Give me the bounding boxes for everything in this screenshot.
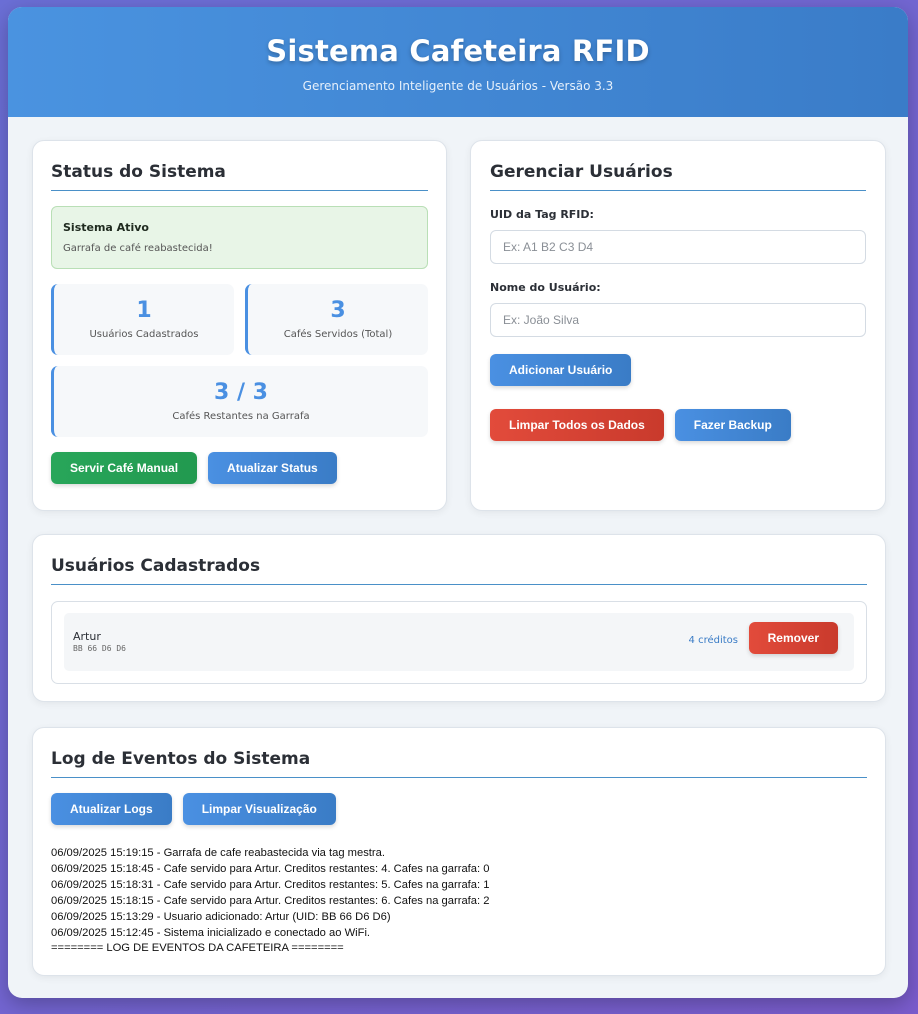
page-title: Sistema Cafeteira RFID xyxy=(266,34,650,68)
user-list: Artur BB 66 D6 D6 4 créditos Remover xyxy=(51,601,867,684)
log-title: Log de Eventos do Sistema xyxy=(51,749,867,778)
app-window: Sistema Cafeteira RFID Gerenciamento Int… xyxy=(8,7,908,998)
user-credits: 4 créditos xyxy=(688,635,738,646)
refresh-status-button[interactable]: Atualizar Status xyxy=(208,452,337,484)
stat-registered-users: 1 Usuários Cadastrados xyxy=(51,284,234,355)
users-title: Usuários Cadastrados xyxy=(51,556,867,585)
add-user-button[interactable]: Adicionar Usuário xyxy=(490,354,632,386)
log-line: 06/09/2025 15:19:15 - Garrafa de cafe re… xyxy=(51,847,385,859)
list-item: Artur BB 66 D6 D6 4 créditos Remover xyxy=(64,613,854,671)
log-line: 06/09/2025 15:18:15 - Cafe servido para … xyxy=(51,894,490,907)
manage-title: Gerenciar Usuários xyxy=(490,162,866,191)
clear-view-button[interactable]: Limpar Visualização xyxy=(182,793,336,825)
stat-value: 3 xyxy=(330,298,346,323)
stat-label: Usuários Cadastrados xyxy=(89,329,199,340)
log-line: 06/09/2025 15:12:45 - Sistema inicializa… xyxy=(51,926,371,939)
log-line: 06/09/2025 15:18:31 - Cafe servido para … xyxy=(51,878,490,891)
remove-user-button[interactable]: Remover xyxy=(748,622,838,654)
user-name: Artur xyxy=(73,630,101,643)
backup-button[interactable]: Fazer Backup xyxy=(674,409,791,441)
log-line: 06/09/2025 15:18:45 - Cafe servido para … xyxy=(51,862,490,875)
alert-title: Sistema Ativo xyxy=(63,221,149,234)
event-log-card: Log de Eventos do Sistema Atualizar Logs… xyxy=(32,727,886,976)
status-alert: Sistema Ativo Garrafa de café reabasteci… xyxy=(51,206,428,269)
status-card: Status do Sistema Sistema Ativo Garrafa … xyxy=(32,140,447,511)
clear-all-data-button[interactable]: Limpar Todos os Dados xyxy=(490,409,664,441)
name-input[interactable] xyxy=(490,303,866,337)
user-uid: BB 66 D6 D6 xyxy=(73,644,126,653)
uid-label: UID da Tag RFID: xyxy=(490,208,594,221)
header: Sistema Cafeteira RFID Gerenciamento Int… xyxy=(8,7,908,117)
stat-value: 1 xyxy=(136,298,152,323)
stat-coffees-served: 3 Cafés Servidos (Total) xyxy=(245,284,428,355)
stat-label: Cafés Restantes na Garrafa xyxy=(172,411,310,422)
serve-coffee-button[interactable]: Servir Café Manual xyxy=(51,452,198,484)
stat-coffees-remaining: 3 / 3 Cafés Restantes na Garrafa xyxy=(51,366,428,437)
alert-message: Garrafa de café reabastecida! xyxy=(63,243,213,254)
name-label: Nome do Usuário: xyxy=(490,281,601,294)
registered-users-card: Usuários Cadastrados Artur BB 66 D6 D6 4… xyxy=(32,534,886,702)
log-output: 06/09/2025 15:19:15 - Garrafa de cafe re… xyxy=(51,846,867,957)
stats-row: 1 Usuários Cadastrados 3 Cafés Servidos … xyxy=(51,284,428,355)
manage-users-card: Gerenciar Usuários UID da Tag RFID: Nome… xyxy=(470,140,886,511)
refresh-logs-button[interactable]: Atualizar Logs xyxy=(51,793,172,825)
log-line: 06/09/2025 15:13:29 - Usuario adicionado… xyxy=(51,910,391,923)
log-line: ======== LOG DE EVENTOS DA CAFETEIRA ===… xyxy=(51,942,344,955)
stat-label: Cafés Servidos (Total) xyxy=(283,329,393,340)
status-title: Status do Sistema xyxy=(51,162,428,191)
uid-input[interactable] xyxy=(490,230,866,264)
page-subtitle: Gerenciamento Inteligente de Usuários - … xyxy=(302,79,614,93)
stat-value: 3 / 3 xyxy=(214,380,268,405)
